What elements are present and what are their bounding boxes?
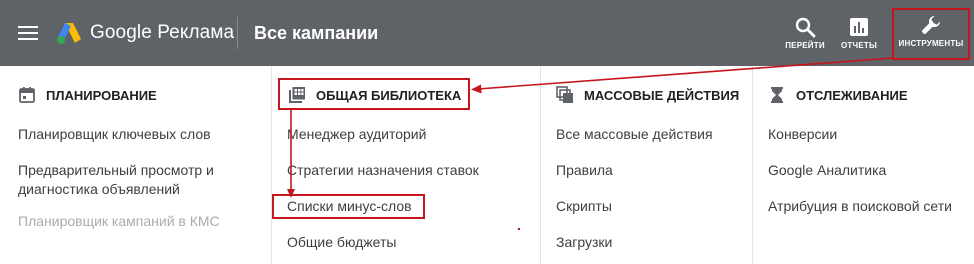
column-divider	[271, 66, 272, 264]
reports-label: ОТЧЕТЫ	[841, 41, 877, 50]
google-ads-logo	[57, 23, 81, 44]
annotation-dot	[518, 228, 520, 230]
uploads-link[interactable]: Загрузки	[556, 233, 612, 252]
calendar-icon	[19, 87, 35, 103]
shared-budgets-link[interactable]: Общие бюджеты	[287, 233, 396, 252]
shared-library-highlight	[278, 78, 470, 110]
goto-button[interactable]: ПЕРЕЙТИ	[780, 10, 830, 60]
reports-button[interactable]: ОТЧЕТЫ	[834, 10, 884, 60]
hourglass-icon	[771, 87, 783, 103]
header-divider	[237, 17, 238, 49]
top-bar: Google Реклама Все кампании ПЕРЕЙТИ ОТЧЕ…	[0, 0, 974, 66]
arrowhead	[471, 84, 482, 94]
tools-button[interactable]: ИНСТРУМЕНТЫ	[892, 8, 970, 60]
ad-preview-link[interactable]: Предварительный просмотр и диагностика о…	[18, 161, 248, 199]
menu-icon[interactable]	[18, 26, 38, 40]
page-title: Все кампании	[254, 23, 379, 43]
reports-icon	[850, 18, 868, 36]
all-bulk-actions-link[interactable]: Все массовые действия	[556, 125, 713, 144]
google-analytics-link[interactable]: Google Аналитика	[768, 161, 886, 180]
column-divider	[540, 66, 541, 264]
search-icon	[795, 17, 816, 38]
brand-name: Google Реклама	[90, 22, 235, 43]
tools-label: ИНСТРУМЕНТЫ	[898, 39, 964, 48]
bulk-actions-icon	[556, 86, 573, 103]
negative-keyword-lists-highlight	[272, 194, 425, 219]
rules-link[interactable]: Правила	[556, 161, 613, 180]
goto-label: ПЕРЕЙТИ	[785, 41, 825, 50]
column-divider	[752, 66, 753, 264]
audience-manager-link[interactable]: Менеджер аудиторий	[287, 125, 426, 144]
display-planner-link: Планировщик кампаний в КМС	[18, 213, 220, 229]
scripts-link[interactable]: Скрипты	[556, 197, 612, 216]
wrench-icon	[922, 15, 940, 34]
keyword-planner-link[interactable]: Планировщик ключевых слов	[18, 125, 211, 144]
bid-strategies-link[interactable]: Стратегии назначения ставок	[287, 161, 479, 180]
search-attribution-link[interactable]: Атрибуция в поисковой сети	[768, 197, 952, 216]
conversions-link[interactable]: Конверсии	[768, 125, 837, 144]
